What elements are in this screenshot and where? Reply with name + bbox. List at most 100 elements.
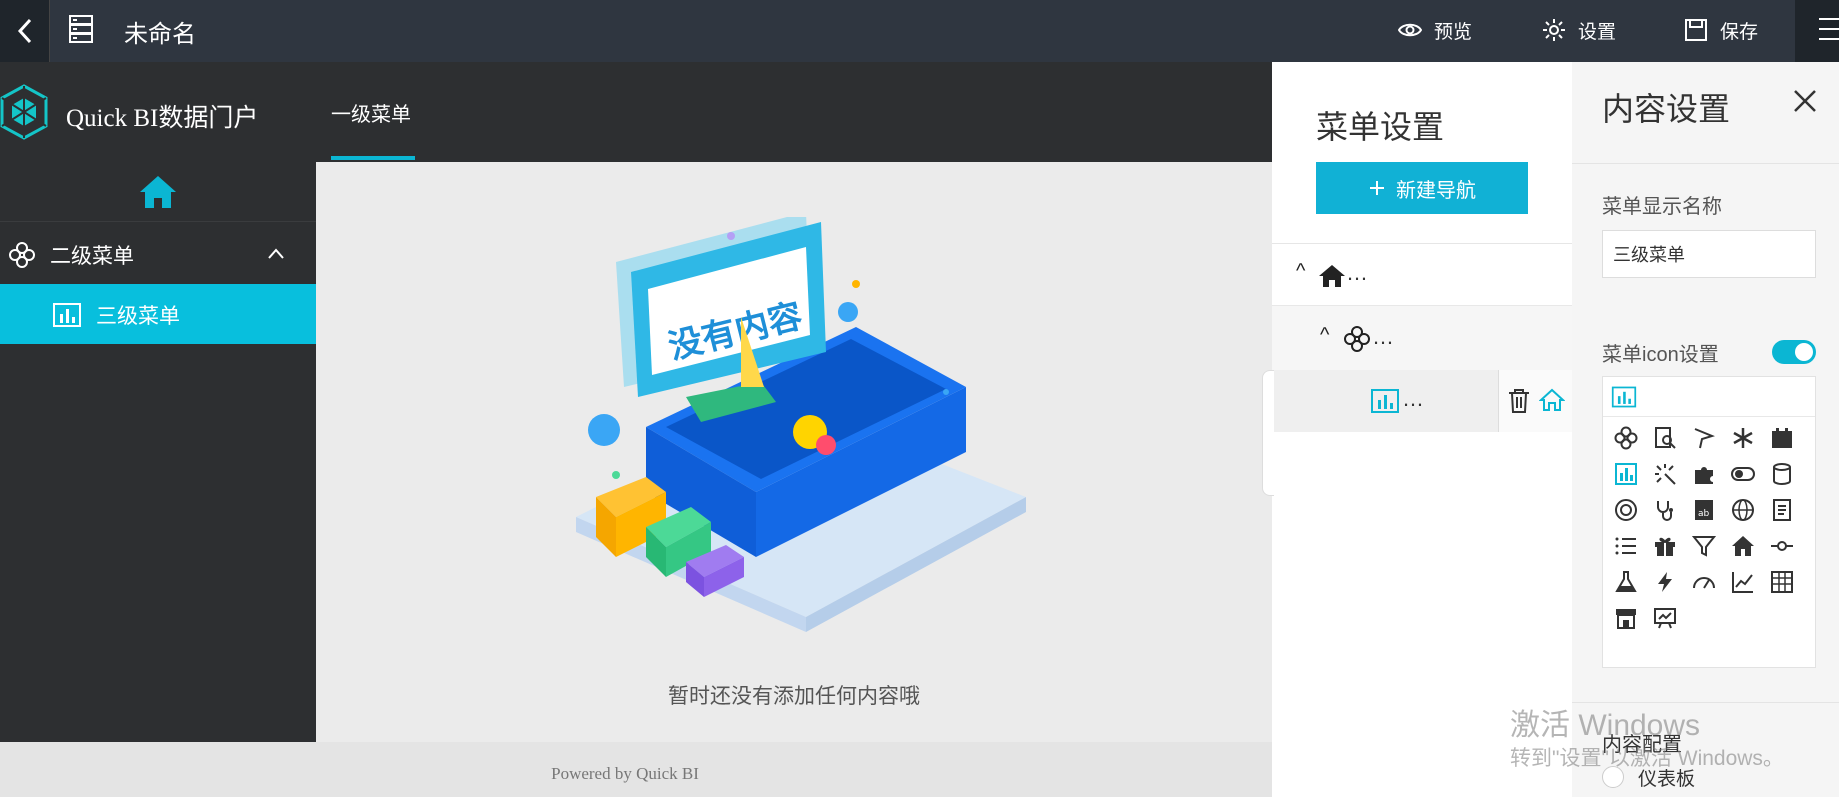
icon-option[interactable] (1607, 491, 1645, 529)
icon-option[interactable] (1763, 455, 1801, 493)
flask-icon (1615, 571, 1637, 592)
plus-icon (1370, 181, 1384, 195)
icon-option[interactable] (1685, 455, 1723, 493)
icon-option[interactable] (1646, 527, 1684, 565)
sidebar-item-level2[interactable]: 二级菜单 (0, 224, 316, 284)
document-icon (1773, 499, 1791, 521)
footer: Powered by Quick BI (0, 742, 1272, 797)
database-icon (1773, 463, 1791, 485)
icon-option[interactable] (1724, 455, 1762, 493)
document-title[interactable]: 未命名 (124, 14, 196, 49)
bar-chart-icon (1615, 463, 1637, 485)
icon-option[interactable] (1685, 527, 1723, 565)
commit-icon (1771, 541, 1793, 551)
save-label: 保存 (1720, 21, 1759, 43)
trash-icon[interactable] (1507, 388, 1531, 414)
icon-option[interactable] (1724, 563, 1762, 601)
icon-option[interactable] (1763, 491, 1801, 529)
quickbi-logo-icon (0, 84, 48, 140)
sidebar-item-label: 二级菜单 (50, 245, 134, 268)
windows-activation-watermark-title: 激活 Windows (1510, 709, 1701, 742)
icon-option[interactable] (1763, 563, 1801, 601)
sidebar: 二级菜单 三级菜单 (0, 162, 316, 742)
collapse-caret[interactable]: ^ (1296, 260, 1305, 283)
home-outline-icon[interactable] (1539, 388, 1565, 412)
tab-level1-menu[interactable]: 一级菜单 (331, 98, 411, 127)
powered-by-text: Powered by Quick BI (551, 764, 699, 783)
back-button[interactable] (0, 0, 50, 62)
icon-option[interactable] (1685, 419, 1723, 457)
icon-option[interactable] (1646, 491, 1684, 529)
windows-activation-watermark-text: 转到"设置"以激活 Windows。 (1510, 747, 1784, 770)
menu-icon (1819, 18, 1839, 40)
floppy-disk-icon (1685, 19, 1707, 41)
menu-tree-label: … (1346, 260, 1368, 285)
settings-label: 设置 (1578, 21, 1617, 43)
main-content: 没有内容 暂时还没有添加任何内容哦 (316, 162, 1272, 742)
icon-option[interactable] (1646, 563, 1684, 601)
icon-option[interactable] (1607, 563, 1645, 601)
close-icon[interactable] (1792, 88, 1818, 114)
bolt-icon (1658, 572, 1672, 592)
store-icon (1616, 609, 1636, 629)
presentation-icon (1654, 608, 1676, 629)
selected-icon-display[interactable] (1603, 377, 1815, 417)
icon-option[interactable] (1607, 599, 1645, 637)
save-button[interactable]: 保存 (1684, 12, 1758, 48)
sidebar-item-label: 三级菜单 (96, 305, 180, 328)
chevron-left-icon (17, 18, 31, 44)
toggle-knob (1795, 343, 1813, 361)
table-icon (1771, 571, 1793, 593)
menu-tree-item-level2[interactable]: ^ … (1272, 306, 1572, 370)
display-name-input[interactable] (1602, 230, 1816, 278)
stethoscope-icon (1657, 501, 1673, 521)
bar-chart-icon (1611, 386, 1637, 408)
icon-option[interactable] (1646, 599, 1684, 637)
settings-button[interactable]: 设置 (1542, 12, 1616, 48)
empty-state-illustration: 没有内容 (576, 217, 1026, 632)
icon-option[interactable] (1646, 419, 1684, 457)
panel-collapse-handle[interactable] (1262, 370, 1274, 496)
sidebar-item-level3[interactable]: 三级菜单 (0, 284, 316, 344)
server-icon (69, 15, 93, 43)
bar-chart-icon (1371, 389, 1399, 413)
icon-option[interactable] (1685, 563, 1723, 601)
toolbar-menu-button[interactable] (1795, 0, 1839, 62)
divider (1572, 163, 1839, 164)
chevron-up-icon[interactable] (266, 244, 286, 264)
icon-option[interactable] (1763, 419, 1801, 457)
menu-tree-label: … (1372, 324, 1394, 349)
collapse-caret[interactable]: ^ (1320, 324, 1329, 347)
icon-option[interactable] (1724, 419, 1762, 457)
content-settings-panel: 内容设置 菜单显示名称 菜单icon设置 ab (1572, 62, 1839, 797)
globe-icon (1732, 499, 1754, 521)
menu-tree-item-level1[interactable]: ^ … (1272, 244, 1572, 306)
icon-picker: ab (1602, 376, 1816, 668)
icon-option[interactable] (1607, 455, 1645, 493)
icon-option[interactable] (1607, 527, 1645, 565)
sidebar-home[interactable] (0, 162, 316, 222)
gift-icon (1655, 537, 1675, 556)
portal-brand: Quick BI数据门户 (66, 105, 259, 132)
icon-option[interactable]: ab (1685, 491, 1723, 529)
menu-tree-item-level3[interactable]: … (1272, 370, 1572, 432)
icon-toggle[interactable] (1772, 340, 1816, 364)
preview-button[interactable]: 预览 (1398, 12, 1472, 48)
icon-option[interactable] (1763, 527, 1801, 565)
icon-option[interactable] (1607, 419, 1645, 457)
home-icon (1732, 536, 1754, 556)
menu-tree-label: … (1402, 386, 1424, 411)
search-doc-icon (1655, 427, 1676, 449)
menu-settings-panel: 菜单设置 新建导航 ^ … ^ … … (1272, 62, 1572, 797)
eye-icon (1398, 23, 1422, 37)
calendar-icon (1772, 428, 1792, 448)
filter-icon (1692, 536, 1716, 557)
asterisk-icon (1733, 428, 1753, 448)
icon-option[interactable] (1724, 527, 1762, 565)
puzzle-icon (1695, 467, 1713, 484)
new-navigation-button[interactable]: 新建导航 (1316, 162, 1528, 214)
icon-option[interactable] (1724, 491, 1762, 529)
tree-item-actions (1498, 370, 1572, 432)
icon-option[interactable] (1646, 455, 1684, 493)
home-icon (140, 175, 176, 208)
